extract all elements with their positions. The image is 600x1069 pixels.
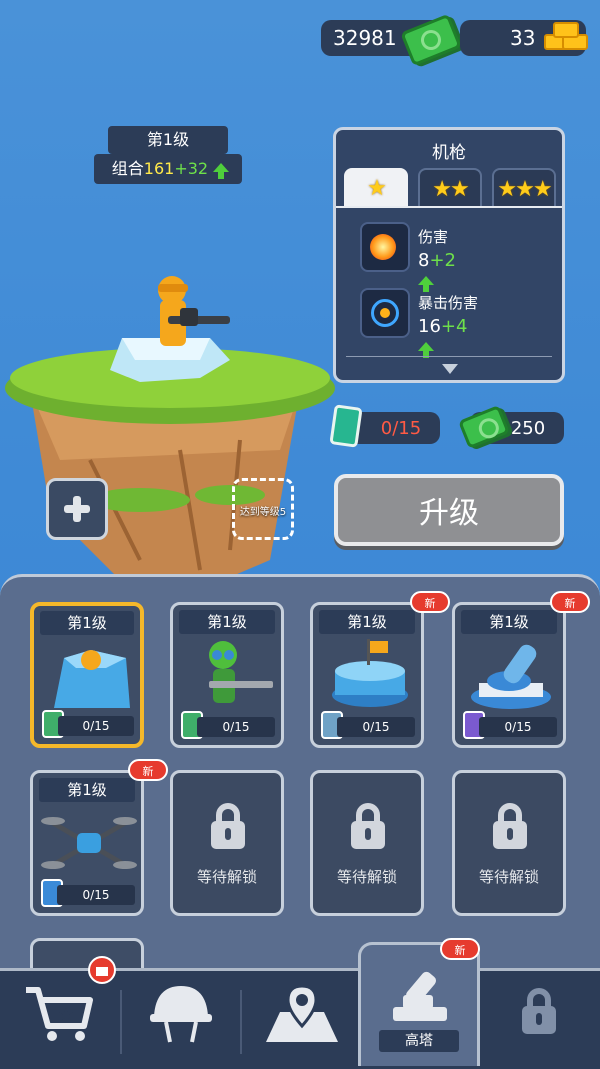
lock-icon: [351, 803, 385, 849]
upgrade-button[interactable]: 升级: [334, 474, 564, 546]
nav-locked: [480, 970, 600, 1066]
sniper-soldier-icon: [209, 641, 273, 703]
svg-text:★: ★: [58, 1004, 74, 1025]
locked-label: 等待解锁: [196, 868, 257, 886]
tab-three-stars[interactable]: ★★★: [492, 168, 556, 208]
drone-icon: [41, 817, 137, 869]
map-pin-icon: [266, 984, 338, 1042]
locked-label: 等待解锁: [478, 868, 539, 886]
add-slot-button[interactable]: [46, 478, 108, 540]
cash-value: 32981: [333, 26, 397, 50]
nav-shop[interactable]: ★: [0, 956, 120, 1066]
base-station-icon: [332, 639, 408, 707]
unit-level: 第1级: [40, 611, 134, 635]
upgrade-cost-value: 250: [510, 417, 546, 439]
lock-icon: [522, 988, 556, 1034]
gift-badge-icon: [88, 956, 116, 984]
new-badge: 新: [128, 759, 168, 781]
combo-bonus: +32: [174, 159, 209, 178]
combo-value: 161: [143, 159, 175, 178]
locked-slot: 达到等级5: [232, 478, 294, 540]
nav-heroes[interactable]: [122, 970, 240, 1066]
gold-bars-icon: [542, 20, 588, 50]
unit-card[interactable]: 第1级 0/15: [310, 602, 424, 748]
slot-hint-text: 达到等级5: [239, 507, 287, 518]
star-icon: ★★★: [497, 176, 552, 202]
weapon-card-icon: [329, 404, 363, 448]
helmet-icon: [150, 986, 212, 1043]
panel-title: 机枪: [432, 143, 466, 163]
unit-card[interactable]: 第1级 0/15: [30, 770, 144, 916]
new-badge: 新: [440, 938, 480, 960]
cannon-icon: [393, 971, 447, 1021]
weapon-info-panel: 机枪 ★ ★★ ★★★ 伤害 8+2 暴击伤害 16+4: [333, 127, 565, 383]
tab-two-stars[interactable]: ★★: [418, 168, 482, 208]
new-badge: 新: [410, 591, 450, 613]
lock-icon: [211, 803, 245, 849]
unit-progress: 0/15: [479, 717, 557, 737]
stat-crit-value: 16+4: [418, 316, 484, 358]
unit-level: 第1级: [461, 610, 557, 634]
unit-level: 第1级: [39, 778, 135, 802]
tower-combo: 组合161+32: [94, 154, 242, 184]
unit-card[interactable]: 第1级 0/15: [30, 602, 144, 748]
ice-wall-icon: [54, 650, 130, 708]
gold-value: 33: [510, 26, 536, 50]
unit-progress: 0/15: [58, 716, 134, 736]
locked-label: 等待解锁: [336, 868, 397, 886]
unit-level: 第1级: [179, 610, 275, 634]
tab-one-star[interactable]: ★: [344, 168, 408, 208]
stat-damage-value: 8+2: [418, 250, 473, 292]
mortar-cannon-icon: [471, 644, 551, 709]
up-arrow-icon: [213, 159, 230, 179]
crosshair-icon: [360, 288, 410, 338]
floating-island: [5, 276, 335, 590]
card-progress-value: 0/15: [380, 417, 422, 439]
stat-damage-label: 伤害: [418, 228, 449, 246]
up-arrow-icon: [418, 337, 434, 358]
locked-unit-card: 等待解锁: [452, 770, 566, 916]
up-arrow-icon: [418, 271, 434, 292]
new-badge: 新: [550, 591, 590, 613]
locked-unit-card: 等待解锁: [310, 770, 424, 916]
tower-level-label: 第1级: [108, 126, 228, 154]
lock-icon: [493, 803, 527, 849]
combo-label: 组合: [111, 159, 144, 178]
star-icon: ★: [367, 175, 387, 201]
unit-card[interactable]: 第1级 0/15: [452, 602, 566, 748]
nav-tower-label: 高塔: [379, 1030, 459, 1052]
cart-icon: ★: [26, 987, 93, 1041]
unit-card[interactable]: 第1级 0/15: [170, 602, 284, 748]
upgrade-label: 升级: [419, 496, 479, 531]
locked-unit-card: 等待解锁: [170, 770, 284, 916]
unit-level: 第1级: [319, 610, 415, 634]
chevron-down-icon[interactable]: [442, 364, 458, 374]
unit-progress: 0/15: [197, 717, 275, 737]
stat-crit-label: 暴击伤害: [418, 294, 479, 312]
star-icon: ★★: [432, 176, 469, 202]
unit-progress: 0/15: [337, 717, 415, 737]
nav-map[interactable]: [242, 970, 358, 1066]
explosion-icon: [360, 222, 410, 272]
unit-progress: 0/15: [57, 885, 135, 905]
